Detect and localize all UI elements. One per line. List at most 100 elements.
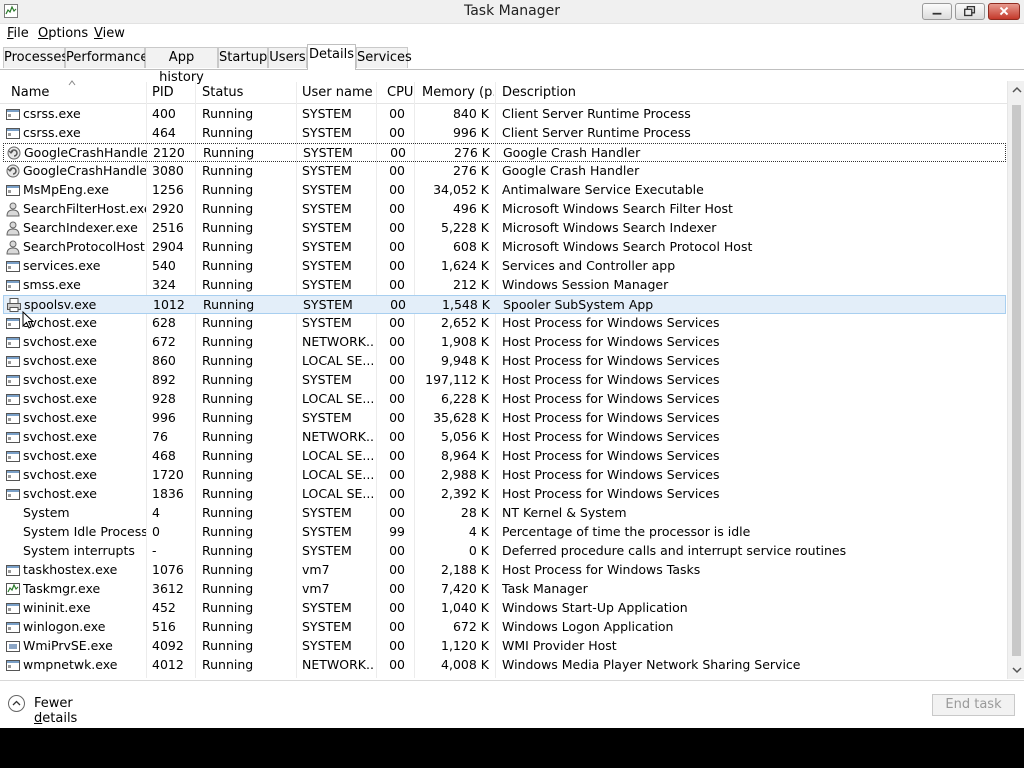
tab-services[interactable]: Services xyxy=(356,47,412,68)
scroll-down-icon[interactable] xyxy=(1012,666,1022,674)
table-row[interactable]: GoogleCrashHandler... 2120 Running SYSTEM 00… xyxy=(3,143,1006,162)
table-row[interactable]: svchost.exe 672 Running NETWORK... 00 1,908 K… xyxy=(3,333,1006,352)
cell-user-name: SYSTEM xyxy=(302,125,352,140)
table-row[interactable]: svchost.exe 468 Running LOCAL SE... 00 8,964 … xyxy=(3,447,1006,466)
table-row[interactable]: svchost.exe 1836 Running LOCAL SE... 00 2,392… xyxy=(3,485,1006,504)
table-row[interactable]: taskhostex.exe 1076 Running vm7 00 2,188 K Hos… xyxy=(3,561,1006,580)
table-row[interactable]: SearchFilterHost.exe 2920 Running SYSTEM 00 4… xyxy=(3,200,1006,219)
cell-description: Client Server Runtime Process xyxy=(502,106,691,121)
task-manager-icon xyxy=(5,581,21,597)
cell-memory: 1,040 K xyxy=(441,600,489,615)
process-window-icon xyxy=(5,467,21,483)
no-icon xyxy=(5,505,21,521)
table-row[interactable]: csrss.exe 400 Running SYSTEM 00 840 K Client S… xyxy=(3,105,1006,124)
cell-user-name: vm7 xyxy=(302,562,330,577)
table-row[interactable]: WmiPrvSE.exe 4092 Running SYSTEM 00 1,120 K WM… xyxy=(3,637,1006,656)
cell-name: winlogon.exe xyxy=(23,619,106,634)
cell-name: GoogleCrashHandler... xyxy=(24,145,147,160)
cell-memory: 496 K xyxy=(452,201,489,216)
table-row[interactable]: wininit.exe 452 Running SYSTEM 00 1,040 K Wind… xyxy=(3,599,1006,618)
cell-memory: 1,548 K xyxy=(442,297,490,312)
cell-name: SearchProtocolHost.... xyxy=(23,239,146,254)
process-window-icon xyxy=(5,391,21,407)
chevron-up-icon xyxy=(8,695,25,712)
column-header-cpu[interactable]: CPU xyxy=(387,85,417,100)
scrollbar-thumb[interactable] xyxy=(1012,105,1021,656)
table-row[interactable]: System 4 Running SYSTEM 00 28 K NT Kernel & Sy… xyxy=(3,504,1006,523)
table-row[interactable]: svchost.exe 628 Running SYSTEM 00 2,652 K Host… xyxy=(3,314,1006,333)
table-row[interactable]: System interrupts - Running SYSTEM 00 0 K Defe… xyxy=(3,542,1006,561)
end-task-button[interactable]: End task xyxy=(932,694,1015,716)
mouse-cursor-icon xyxy=(22,311,34,329)
cell-memory: 35,628 K xyxy=(433,410,489,425)
cell-pid: 1720 xyxy=(152,467,184,482)
cell-description: Antimalware Service Executable xyxy=(502,182,704,197)
cell-name: SearchFilterHost.exe xyxy=(23,201,146,216)
cell-cpu: 00 xyxy=(389,106,405,121)
cell-cpu: 00 xyxy=(389,220,405,235)
menu-options[interactable]: Options xyxy=(38,26,88,41)
cell-cpu: 00 xyxy=(389,125,405,140)
cell-user-name: SYSTEM xyxy=(303,297,353,312)
vertical-scrollbar[interactable] xyxy=(1007,81,1024,679)
cell-status: Running xyxy=(202,562,254,577)
tab-processes[interactable]: Processes xyxy=(3,47,68,68)
close-button[interactable] xyxy=(988,3,1020,20)
menu-view[interactable]: View xyxy=(94,26,125,41)
cell-name: System interrupts xyxy=(23,543,135,558)
tab-users[interactable]: Users xyxy=(268,47,307,68)
google-update-icon xyxy=(6,145,22,161)
cell-pid: 2516 xyxy=(152,220,184,235)
cell-description: Windows Media Player Network Sharing Ser… xyxy=(502,657,801,672)
column-header-user-name[interactable]: User name xyxy=(302,85,374,100)
table-row[interactable]: svchost.exe 928 Running LOCAL SE... 00 6,228 … xyxy=(3,390,1006,409)
table-row[interactable]: csrss.exe 464 Running SYSTEM 00 996 K Client S… xyxy=(3,124,1006,143)
menu-file[interactable]: File xyxy=(7,26,29,41)
scroll-up-icon[interactable] xyxy=(1012,86,1022,94)
cell-status: Running xyxy=(202,600,254,615)
tab-startup[interactable]: Startup xyxy=(218,47,268,68)
column-header-pid[interactable]: PID xyxy=(152,85,192,100)
cell-user-name: SYSTEM xyxy=(302,163,352,178)
table-row[interactable]: svchost.exe 76 Running NETWORK... 00 5,056 K H… xyxy=(3,428,1006,447)
restore-button[interactable] xyxy=(955,3,985,20)
table-row[interactable]: Taskmgr.exe 3612 Running vm7 00 7,420 K Task M… xyxy=(3,580,1006,599)
table-row[interactable]: MsMpEng.exe 1256 Running SYSTEM 00 34,052 K An… xyxy=(3,181,1006,200)
search-person-icon xyxy=(5,201,21,217)
table-row[interactable]: SearchIndexer.exe 2516 Running SYSTEM 00 5,22… xyxy=(3,219,1006,238)
table-row[interactable]: wmpnetwk.exe 4012 Running NETWORK... 00 4,008… xyxy=(3,656,1006,675)
table-row[interactable]: svchost.exe 996 Running SYSTEM 00 35,628 K Hos… xyxy=(3,409,1006,428)
tab-app-history[interactable]: App history xyxy=(145,47,218,85)
fewer-details-button[interactable]: Fewer details xyxy=(8,695,108,726)
printer-icon xyxy=(6,297,22,313)
cell-user-name: SYSTEM xyxy=(302,277,352,292)
cell-cpu: 00 xyxy=(389,619,405,634)
table-row[interactable]: services.exe 540 Running SYSTEM 00 1,624 K Ser… xyxy=(3,257,1006,276)
table-row[interactable]: svchost.exe 892 Running SYSTEM 00 197,112 K Ho… xyxy=(3,371,1006,390)
column-header-status[interactable]: Status xyxy=(202,85,297,100)
column-header-memory[interactable]: Memory (p... xyxy=(422,85,494,100)
cell-description: WMI Provider Host xyxy=(502,638,617,653)
cell-cpu: 00 xyxy=(389,562,405,577)
table-row[interactable]: GoogleCrashHandler... 3080 Running SYSTEM 00… xyxy=(3,162,1006,181)
column-header-name[interactable]: Name xyxy=(11,85,141,100)
minimize-button[interactable] xyxy=(922,3,952,20)
cell-name: csrss.exe xyxy=(23,125,81,140)
cell-pid: 468 xyxy=(152,448,176,463)
table-row[interactable]: svchost.exe 1720 Running LOCAL SE... 00 2,988… xyxy=(3,466,1006,485)
table-row[interactable]: smss.exe 324 Running SYSTEM 00 212 K Windows S… xyxy=(3,276,1006,295)
cell-name: Taskmgr.exe xyxy=(23,581,101,596)
cell-status: Running xyxy=(202,638,254,653)
cell-memory: 197,112 K xyxy=(425,372,489,387)
table-row[interactable]: winlogon.exe 516 Running SYSTEM 00 672 K Windo… xyxy=(3,618,1006,637)
tab-details[interactable]: Details xyxy=(307,44,356,70)
cell-memory: 672 K xyxy=(452,619,489,634)
table-row[interactable]: System Idle Process 0 Running SYSTEM 99 4 K Pe… xyxy=(3,523,1006,542)
table-row[interactable]: SearchProtocolHost.... 2904 Running SYSTEM 0… xyxy=(3,238,1006,257)
table-row[interactable]: spoolsv.exe 1012 Running SYSTEM 00 1,548 K Spo… xyxy=(3,295,1006,314)
column-header-description[interactable]: Description xyxy=(502,85,702,100)
cell-status: Running xyxy=(203,297,255,312)
tab-performance[interactable]: Performance xyxy=(65,47,148,68)
table-row[interactable]: svchost.exe 860 Running LOCAL SE... 00 9,948 … xyxy=(3,352,1006,371)
title-bar[interactable]: Task Manager xyxy=(0,0,1024,24)
